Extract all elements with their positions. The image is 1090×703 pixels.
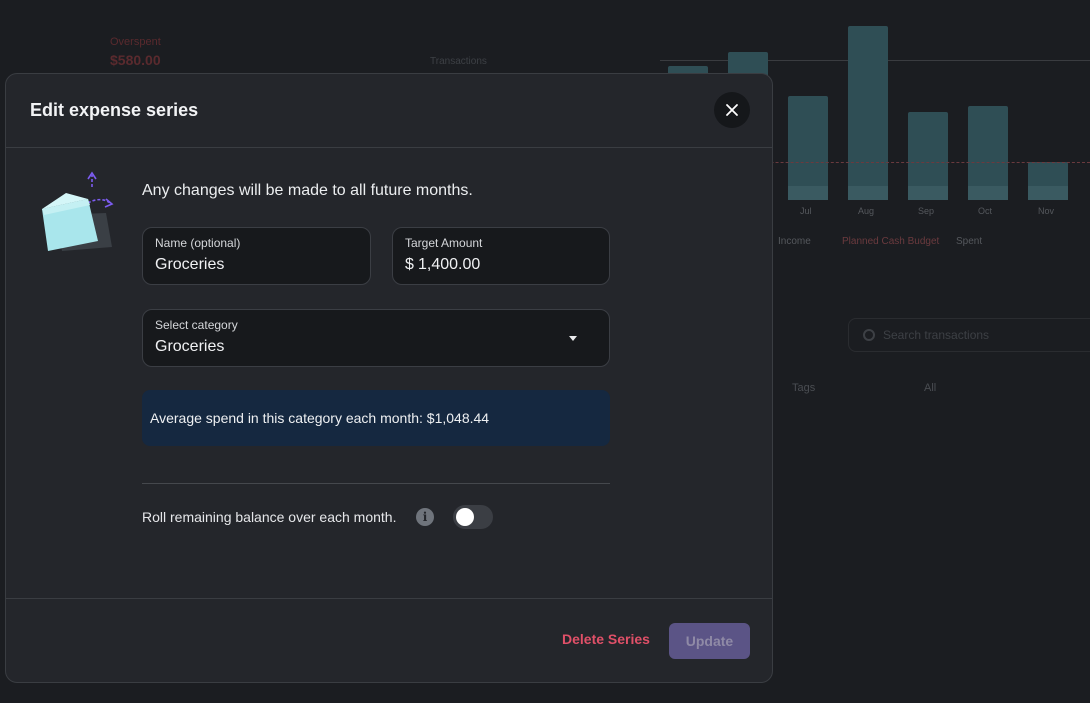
bg-x-tick: Oct: [978, 206, 993, 216]
bg-red-label: Overspent: [110, 36, 161, 48]
bg-bar: [908, 112, 948, 200]
search-icon: [863, 329, 875, 341]
bg-legend-item: Income: [778, 236, 811, 247]
modal-title: Edit expense series: [30, 100, 199, 120]
footer-divider: [6, 598, 772, 599]
divider: [142, 483, 610, 484]
target-amount-input[interactable]: [418, 256, 588, 274]
average-spend-text: Average spend in this category each mont…: [150, 410, 490, 426]
update-button[interactable]: Update: [669, 623, 750, 659]
category-select-label: Select category: [155, 318, 238, 332]
name-input[interactable]: [155, 256, 345, 274]
bg-column-header: Tags: [792, 382, 816, 394]
bg-bar: [968, 106, 1008, 200]
average-spend-box: Average spend in this category each mont…: [142, 390, 610, 446]
close-icon: [726, 104, 738, 116]
future-months-notice: Any changes will be made to all future m…: [142, 182, 473, 199]
bg-legend-item: Spent: [956, 236, 983, 247]
bg-search-input: Search transactions: [848, 318, 1090, 352]
close-button[interactable]: [714, 92, 750, 128]
bg-x-tick: Nov: [1038, 206, 1055, 216]
bg-mid-label: Transactions: [430, 56, 487, 67]
edit-series-modal: Edit expense series Any changes will be …: [5, 73, 773, 683]
bg-x-tick: Sep: [918, 206, 935, 216]
wallet-arrows-icon: [42, 171, 114, 251]
currency-symbol: $: [405, 256, 414, 273]
bg-bar: [1028, 162, 1068, 200]
bg-bar: [788, 96, 828, 200]
name-field[interactable]: Name (optional): [142, 227, 371, 285]
category-select[interactable]: Select category Groceries: [142, 309, 610, 367]
bg-red-value: $580.00: [110, 52, 161, 68]
delete-series-button[interactable]: Delete Series: [562, 631, 650, 647]
bg-bar: [848, 26, 888, 200]
name-field-label: Name (optional): [155, 236, 241, 250]
bg-legend-item: Planned Cash Budget: [842, 236, 940, 247]
target-amount-field[interactable]: Target Amount $: [392, 227, 610, 285]
target-amount-label: Target Amount: [405, 236, 483, 250]
toggle-knob: [456, 508, 474, 526]
rollover-label: Roll remaining balance over each month.: [142, 509, 397, 525]
modal-header: Edit expense series: [6, 74, 772, 148]
caret-down-icon: [569, 336, 577, 341]
category-select-value: Groceries: [155, 338, 225, 355]
bg-column-header: All: [924, 382, 937, 394]
info-icon[interactable]: i: [416, 508, 434, 526]
bg-x-tick: Aug: [858, 206, 875, 216]
rollover-toggle[interactable]: [453, 505, 493, 529]
bg-x-tick: Jul: [800, 206, 812, 216]
